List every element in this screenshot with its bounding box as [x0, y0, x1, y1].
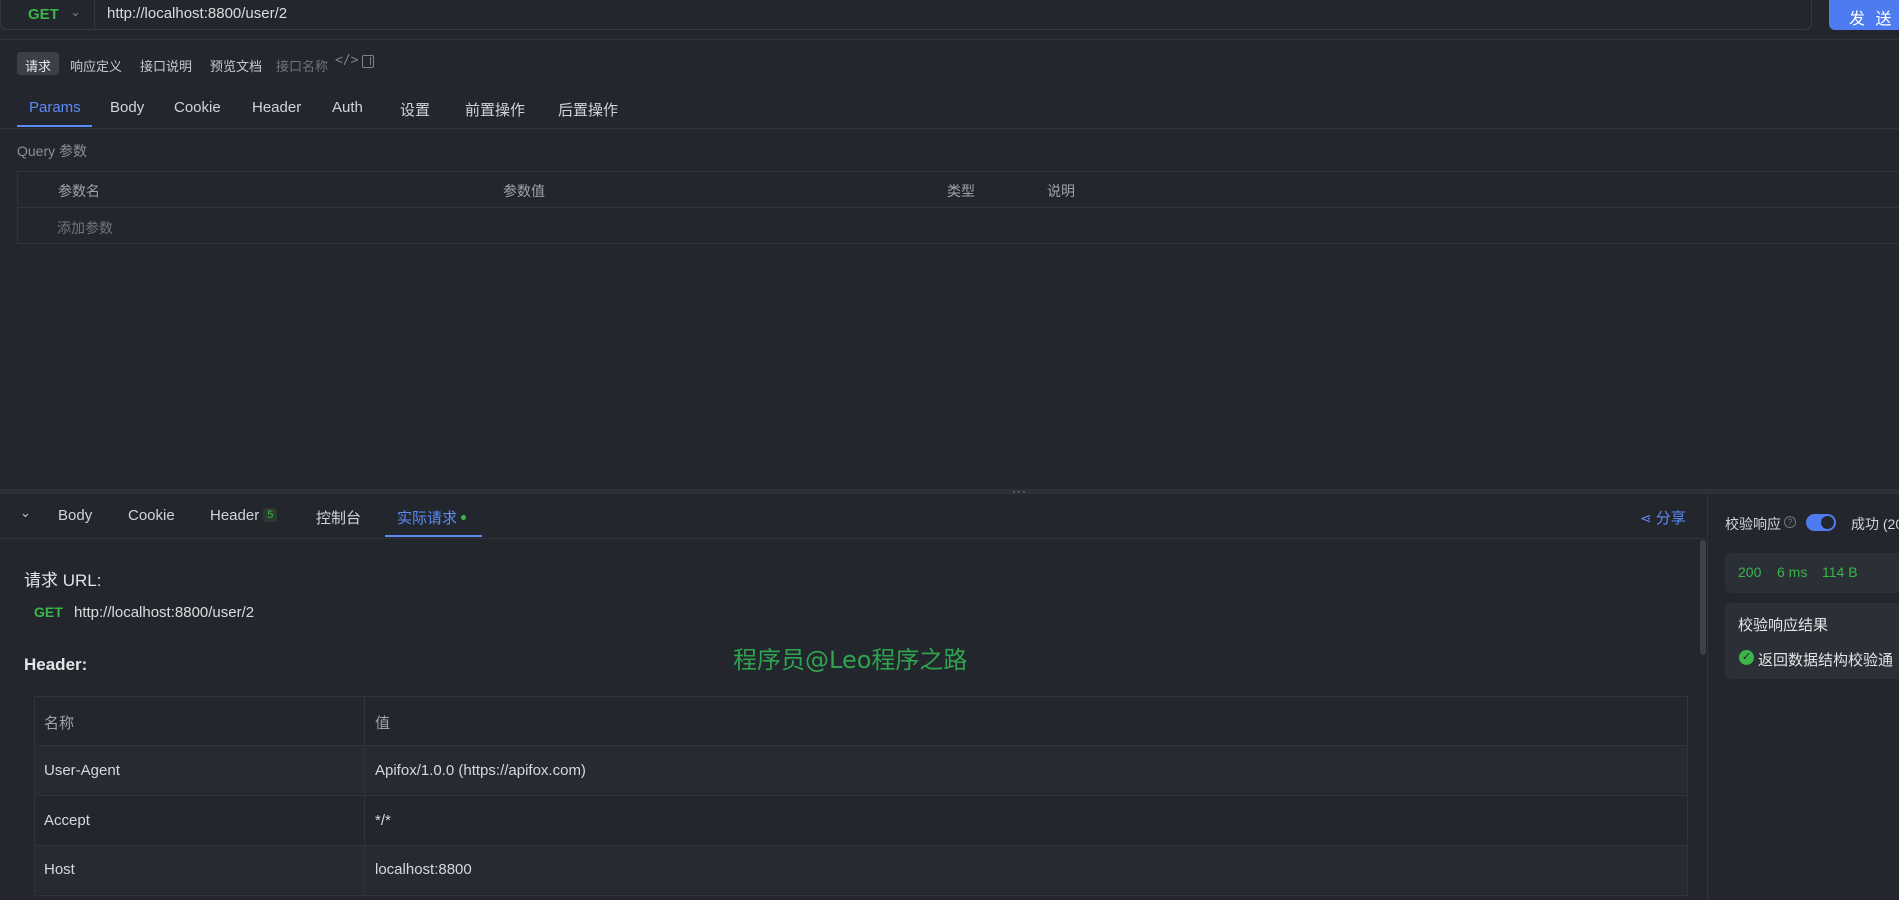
validate-response-toggle[interactable]: [1806, 514, 1836, 531]
divider: [0, 128, 1899, 129]
response-time: 6 ms: [1777, 564, 1808, 580]
send-button[interactable]: 发 送: [1829, 0, 1899, 30]
response-tab-console[interactable]: 控制台: [316, 507, 361, 528]
divider: [0, 39, 1899, 40]
header-heading: Header:: [24, 655, 88, 674]
response-tab-header[interactable]: Header 5: [210, 507, 278, 524]
column-header-type: 类型: [947, 183, 975, 199]
response-tab-body[interactable]: Body: [58, 507, 92, 524]
column-header-value: 值: [375, 715, 391, 732]
column-header-name: 名称: [44, 715, 75, 732]
request-url: http://localhost:8800/user/2: [74, 604, 255, 621]
header-count-badge: 5: [263, 508, 278, 522]
chevron-down-icon[interactable]: ⌄: [20, 505, 31, 521]
watermark: 程序员@Leo程序之路: [733, 646, 968, 674]
method-select[interactable]: GET: [28, 6, 59, 23]
active-tab-indicator: [385, 535, 482, 537]
tab-cookie[interactable]: Cookie: [174, 99, 221, 116]
validation-result-title: 校验响应结果: [1738, 617, 1829, 634]
request-method: GET: [34, 604, 63, 620]
subtab-api-description[interactable]: 接口说明: [132, 52, 200, 75]
panel-splitter[interactable]: [0, 489, 1899, 494]
table-cell-value: localhost:8800: [375, 861, 472, 878]
scrollbar[interactable]: [1700, 540, 1706, 655]
response-tab-cookie[interactable]: Cookie: [128, 507, 175, 524]
share-button[interactable]: ⋖ 分享: [1640, 507, 1686, 528]
status-code: 200: [1738, 564, 1762, 580]
tab-settings[interactable]: 设置: [400, 99, 430, 120]
divider: [0, 538, 1706, 539]
table-column-divider: [364, 696, 365, 896]
subtab-response-definition[interactable]: 响应定义: [62, 52, 130, 75]
validation-result-text: 返回数据结构校验通: [1758, 652, 1894, 669]
share-label: 分享: [1655, 510, 1686, 527]
tab-body[interactable]: Body: [110, 99, 144, 116]
subtab-request[interactable]: 请求: [17, 52, 60, 75]
headers-table: [34, 696, 1688, 896]
query-params-label: Query 参数: [17, 143, 88, 159]
code-icon[interactable]: </>: [335, 53, 358, 68]
drag-handle-icon[interactable]: ···: [1012, 484, 1027, 498]
response-tab-header-label: Header: [210, 507, 260, 524]
column-header-value: 参数值: [503, 183, 545, 199]
request-url-heading: 请求 URL:: [24, 571, 102, 590]
subtab-preview-docs[interactable]: 预览文档: [202, 52, 270, 75]
table-row-divider: [34, 845, 1688, 846]
column-header-description: 说明: [1047, 183, 1075, 199]
table-cell-name: Host: [44, 861, 75, 878]
url-input[interactable]: http://localhost:8800/user/2: [107, 5, 287, 22]
tab-pre-processors[interactable]: 前置操作: [465, 99, 525, 120]
api-name-input[interactable]: 接口名称: [276, 56, 328, 75]
table-cell-name: User-Agent: [44, 762, 120, 779]
divider: [1707, 494, 1708, 900]
help-icon[interactable]: ?: [1784, 516, 1796, 528]
response-size: 114 B: [1822, 564, 1858, 580]
response-tab-actual-request-label: 实际请求: [397, 510, 458, 527]
share-icon: ⋖: [1640, 510, 1652, 526]
tab-params[interactable]: Params: [29, 99, 81, 116]
table-cell-name: Accept: [44, 812, 90, 829]
active-tab-indicator: [17, 125, 92, 127]
panel-icon[interactable]: [362, 55, 374, 68]
table-cell-value: */*: [375, 812, 391, 829]
tab-header[interactable]: Header: [252, 99, 301, 116]
table-row-divider: [34, 795, 1688, 796]
table-row-divider: [34, 745, 1688, 746]
tab-auth[interactable]: Auth: [332, 99, 363, 116]
column-header-name: 参数名: [58, 183, 100, 199]
table-cell-value: Apifox/1.0.0 (https://apifox.com): [375, 762, 586, 779]
method-divider: [94, 0, 95, 30]
response-tab-actual-request[interactable]: 实际请求: [397, 507, 467, 528]
status-dot-icon: [461, 515, 467, 520]
chevron-down-icon[interactable]: ⌄: [70, 4, 81, 20]
validate-response-label: 校验响应: [1725, 516, 1781, 532]
tab-post-processors[interactable]: 后置操作: [558, 99, 618, 120]
success-select[interactable]: 成功 (20: [1851, 514, 1899, 534]
add-param-input[interactable]: 添加参数: [57, 218, 113, 238]
table-row-divider: [17, 207, 1899, 208]
check-circle-icon: ✓: [1739, 650, 1754, 665]
